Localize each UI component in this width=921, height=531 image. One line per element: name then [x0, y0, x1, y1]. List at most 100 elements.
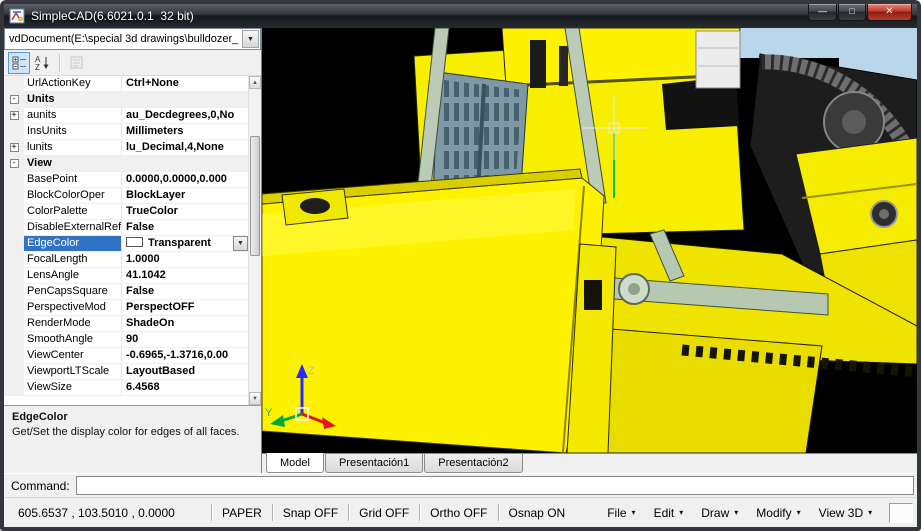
- row-gutter: [4, 316, 24, 331]
- tab-model[interactable]: Model: [266, 453, 324, 473]
- property-value[interactable]: lu_Decimal,4,None: [122, 140, 248, 155]
- status-bar: 605.6537 , 103.5010 , 0.0000 PAPERSnap O…: [4, 497, 917, 527]
- row-gutter: [4, 172, 24, 187]
- property-value[interactable]: TrueColor: [122, 204, 248, 219]
- property-grid-rows: UrlActionKeyCtrl+None-Units+aunitsau_Dec…: [4, 76, 248, 405]
- axis-y-label: Y: [265, 407, 273, 419]
- menu-edit[interactable]: Edit▾: [645, 506, 693, 520]
- property-row-UrlActionKey[interactable]: UrlActionKeyCtrl+None: [4, 76, 248, 92]
- property-value[interactable]: LayoutBased: [122, 364, 248, 379]
- property-name: DisableExternalRefe: [24, 220, 122, 235]
- categorized-icon: [12, 55, 27, 70]
- combo-dropdown-icon[interactable]: ▼: [242, 30, 259, 48]
- property-value[interactable]: Millimeters: [122, 124, 248, 139]
- property-value[interactable]: 0.0000,0.0000,0.000: [122, 172, 248, 187]
- property-row-FocalLength[interactable]: FocalLength1.0000: [4, 252, 248, 268]
- expander-icon[interactable]: -: [4, 92, 24, 107]
- status-toggle-osnap-on[interactable]: Osnap ON: [506, 506, 569, 520]
- property-row-ViewportLTScale[interactable]: ViewportLTScaleLayoutBased: [4, 364, 248, 380]
- property-row-DisableExternalRefe[interactable]: DisableExternalRefeFalse: [4, 220, 248, 236]
- expander-icon[interactable]: +: [4, 140, 24, 155]
- status-toggle-grid-off[interactable]: Grid OFF: [356, 506, 412, 520]
- property-row-ViewCenter[interactable]: ViewCenter-0.6965,-1.3716,0.00: [4, 348, 248, 364]
- property-value[interactable]: False: [122, 284, 248, 299]
- menu-view-3d[interactable]: View 3D▾: [810, 506, 881, 520]
- property-row-lunits[interactable]: +lunitslu_Decimal,4,None: [4, 140, 248, 156]
- row-gutter: [4, 188, 24, 203]
- title-bar[interactable]: SimpleCAD(6.6021.0.1 32 bit) — □ ✕: [4, 4, 917, 28]
- property-row-View[interactable]: -View: [4, 156, 248, 172]
- property-row-BasePoint[interactable]: BasePoint0.0000,0.0000,0.000: [4, 172, 248, 188]
- status-toggle-ortho-off[interactable]: Ortho OFF: [427, 506, 490, 520]
- row-gutter: [4, 236, 24, 251]
- row-gutter: [4, 332, 24, 347]
- property-row-aunits[interactable]: +aunitsau_Decdegrees,0,No: [4, 108, 248, 124]
- alphabetical-sort-button[interactable]: A Z: [31, 52, 53, 74]
- menu-modify[interactable]: Modify▾: [747, 506, 809, 520]
- row-gutter: [4, 124, 24, 139]
- property-name: InsUnits: [24, 124, 122, 139]
- menu-draw[interactable]: Draw▾: [692, 506, 747, 520]
- property-row-Units[interactable]: -Units: [4, 92, 248, 108]
- status-field[interactable]: [889, 503, 913, 523]
- property-name: View: [24, 156, 248, 171]
- model-viewport[interactable]: Z Y: [262, 28, 917, 453]
- property-row-ColorPalette[interactable]: ColorPaletteTrueColor: [4, 204, 248, 220]
- tab-presentación1[interactable]: Presentación1: [325, 454, 423, 473]
- property-value[interactable]: 1.0000: [122, 252, 248, 267]
- property-row-LensAngle[interactable]: LensAngle41.1042: [4, 268, 248, 284]
- value-dropdown-button[interactable]: ▼: [233, 236, 248, 251]
- viewport-tabs: ModelPresentación1Presentación2: [262, 453, 917, 473]
- property-pages-button[interactable]: [65, 52, 87, 74]
- property-grid-scrollbar[interactable]: ▲ ▼: [248, 76, 261, 405]
- command-input[interactable]: [76, 476, 914, 495]
- categorized-view-button[interactable]: [8, 52, 30, 74]
- property-name: RenderMode: [24, 316, 122, 331]
- row-gutter: [4, 364, 24, 379]
- property-value[interactable]: False: [122, 220, 248, 235]
- row-gutter: [4, 252, 24, 267]
- property-row-EdgeColor[interactable]: EdgeColorTransparent▼: [4, 236, 248, 252]
- property-value[interactable]: Ctrl+None: [122, 76, 248, 91]
- tab-presentación2[interactable]: Presentación2: [424, 454, 522, 473]
- property-value[interactable]: Transparent▼: [122, 236, 248, 251]
- property-row-ViewSize[interactable]: ViewSize6.4568: [4, 380, 248, 396]
- property-name: PerspectiveMod: [24, 300, 122, 315]
- separator: [498, 504, 499, 521]
- property-value[interactable]: PerspectOFF: [122, 300, 248, 315]
- separator: [348, 504, 349, 521]
- status-toggle-snap-off[interactable]: Snap OFF: [280, 506, 341, 520]
- property-value[interactable]: 6.4568: [122, 380, 248, 395]
- property-row-PerspectiveMod[interactable]: PerspectiveModPerspectOFF: [4, 300, 248, 316]
- property-value[interactable]: ShadeOn: [122, 316, 248, 331]
- property-row-PenCapsSquare[interactable]: PenCapsSquareFalse: [4, 284, 248, 300]
- expander-icon[interactable]: +: [4, 108, 24, 123]
- scroll-down-icon[interactable]: ▼: [249, 392, 261, 405]
- property-value[interactable]: au_Decdegrees,0,No: [122, 108, 248, 123]
- expander-icon[interactable]: -: [4, 156, 24, 171]
- property-row-RenderMode[interactable]: RenderModeShadeOn: [4, 316, 248, 332]
- row-gutter: [4, 204, 24, 219]
- window-title: SimpleCAD(6.6021.0.1 32 bit): [31, 9, 194, 23]
- property-value[interactable]: -0.6965,-1.3716,0.00: [122, 348, 248, 363]
- property-row-SmoothAngle[interactable]: SmoothAngle90: [4, 332, 248, 348]
- property-value[interactable]: 90: [122, 332, 248, 347]
- status-toggle-paper[interactable]: PAPER: [219, 506, 265, 520]
- property-value[interactable]: 41.1042: [122, 268, 248, 283]
- scroll-up-icon[interactable]: ▲: [249, 76, 261, 89]
- property-value[interactable]: BlockLayer: [122, 188, 248, 203]
- viewport-canvas[interactable]: Z Y: [262, 28, 917, 453]
- document-combo[interactable]: vdDocument(E:\special 3d drawings\bulldo…: [4, 28, 261, 50]
- menu-file[interactable]: File▾: [598, 506, 644, 520]
- status-menus: File▾Edit▾Draw▾Modify▾View 3D▾: [598, 506, 881, 520]
- property-row-InsUnits[interactable]: InsUnitsMillimeters: [4, 124, 248, 140]
- maximize-button[interactable]: □: [838, 4, 866, 21]
- property-row-BlockColorOper[interactable]: BlockColorOperBlockLayer: [4, 188, 248, 204]
- document-combo-value: vdDocument(E:\special 3d drawings\bulldo…: [5, 33, 242, 45]
- scrollbar-thumb[interactable]: [250, 136, 260, 256]
- property-name: lunits: [24, 140, 122, 155]
- property-name: ViewportLTScale: [24, 364, 122, 379]
- row-gutter: [4, 380, 24, 395]
- close-button[interactable]: ✕: [867, 4, 912, 21]
- minimize-button[interactable]: —: [808, 4, 837, 21]
